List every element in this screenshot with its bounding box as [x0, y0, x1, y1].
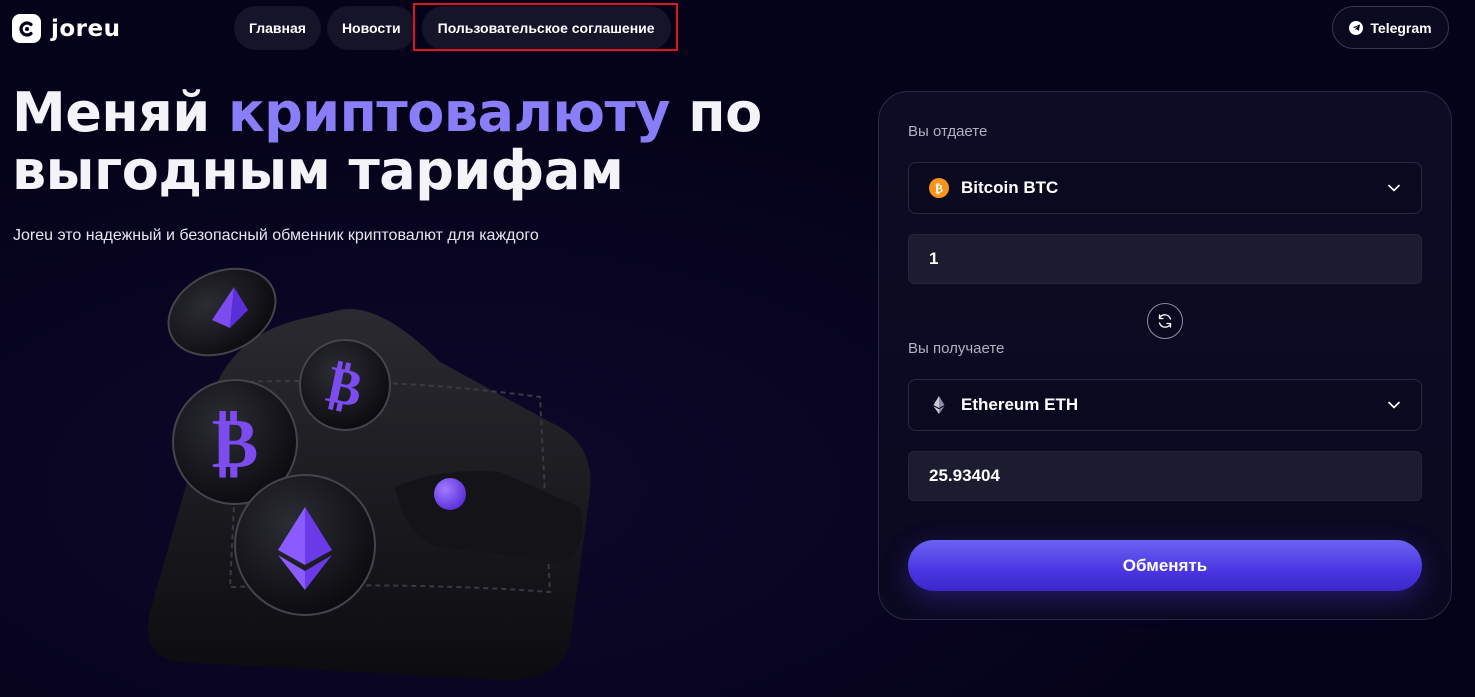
- receive-currency-name: Ethereum ETH: [961, 395, 1079, 414]
- telegram-button[interactable]: Telegram: [1332, 6, 1449, 49]
- hero-title-line2: выгодным тарифам: [12, 139, 624, 202]
- chevron-down-icon: [1388, 401, 1400, 409]
- give-currency-name: Bitcoin BTC: [961, 178, 1059, 197]
- give-label: Вы отдаете: [908, 123, 988, 140]
- svg-text:₿: ₿: [935, 182, 943, 196]
- hero-title-part2: по: [670, 81, 762, 144]
- chevron-down-icon: [1388, 184, 1400, 192]
- swap-button[interactable]: [1147, 303, 1183, 339]
- receive-currency-select[interactable]: Ethereum ETH: [908, 379, 1422, 431]
- ethereum-icon: [933, 396, 945, 414]
- logo-mark-icon: [12, 14, 41, 43]
- exchange-submit-button[interactable]: Обменять: [908, 540, 1422, 591]
- svg-text:₿: ₿: [212, 402, 259, 484]
- nav-item-home[interactable]: Главная: [234, 6, 321, 50]
- exchange-card: Вы отдаете ₿ Bitcoin BTC 1 Вы получаете …: [878, 91, 1452, 620]
- logo-text: joreu: [51, 15, 121, 42]
- hero-subtitle: Joreu это надежный и безопасный обменник…: [13, 227, 539, 244]
- swap-arrows-icon: [1158, 314, 1172, 328]
- logo[interactable]: joreu: [12, 14, 121, 43]
- bitcoin-icon: ₿: [929, 178, 949, 198]
- telegram-icon: [1349, 20, 1364, 35]
- give-amount-input[interactable]: 1: [908, 234, 1422, 284]
- main-nav: Главная Новости Пользовательское соглаше…: [234, 6, 671, 50]
- hero-title-part1: Меняй: [12, 81, 228, 144]
- bitcoin-coin-small: ₿: [299, 339, 391, 431]
- wallet-illustration: ₿ ₿: [148, 267, 591, 681]
- nav-item-news[interactable]: Новости: [326, 6, 416, 50]
- hero-title-accent: криптовалюту: [227, 81, 671, 144]
- telegram-label: Telegram: [1370, 19, 1432, 36]
- give-currency-select[interactable]: ₿ Bitcoin BTC: [908, 162, 1422, 214]
- ethereum-coin-large: [234, 474, 376, 616]
- nav-item-user-agreement[interactable]: Пользовательское соглашение: [421, 6, 671, 50]
- receive-label: Вы получаете: [908, 340, 1005, 357]
- hero-title: Меняй криптовалюту по выгодным тарифам: [12, 84, 762, 200]
- receive-amount-input[interactable]: 25.93404: [908, 451, 1422, 501]
